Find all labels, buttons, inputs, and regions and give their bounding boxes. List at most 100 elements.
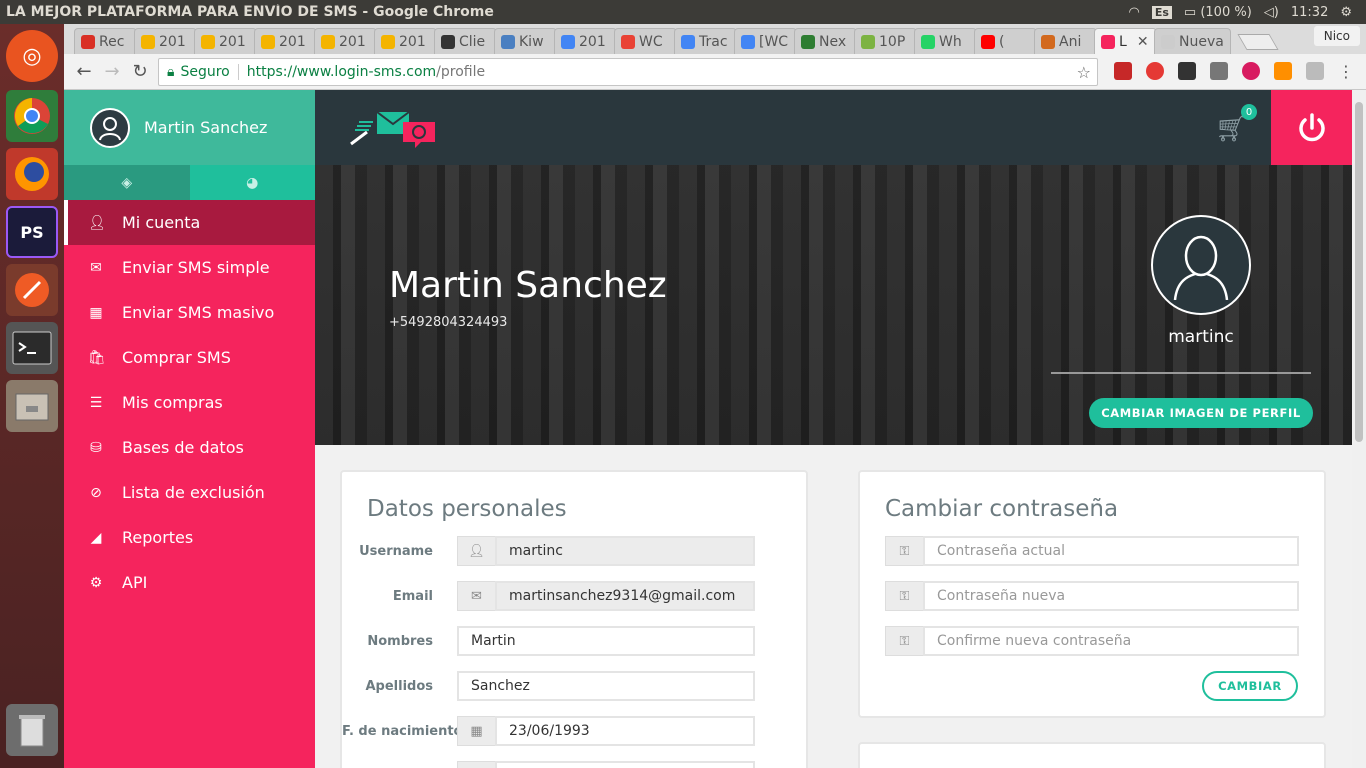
chrome-menu-icon[interactable]: ⋮ bbox=[1338, 62, 1354, 81]
browser-tab[interactable]: 201 bbox=[134, 28, 197, 54]
username-label: Username bbox=[359, 543, 433, 559]
battery-indicator[interactable]: ▭ (100 %) bbox=[1184, 5, 1252, 20]
current-password-input[interactable]: Contraseña actual bbox=[923, 536, 1299, 566]
ubuntu-dash-icon[interactable]: ◎ bbox=[6, 30, 58, 82]
tab-favicon-icon bbox=[1101, 34, 1115, 49]
postman-launcher-icon[interactable] bbox=[6, 264, 58, 316]
next-field[interactable] bbox=[495, 761, 755, 768]
extension-icon[interactable] bbox=[1114, 62, 1132, 80]
address-bar[interactable]: 🔒︎ Seguro https://www.login-sms.com/prof… bbox=[158, 58, 1098, 86]
cart-icon[interactable]: 🛒︎ bbox=[1215, 114, 1248, 144]
browser-tab[interactable]: [WC bbox=[734, 28, 797, 54]
scrollbar-thumb[interactable] bbox=[1355, 102, 1363, 442]
tab-label: 201 bbox=[579, 33, 606, 50]
nombres-field[interactable]: Martin bbox=[457, 626, 755, 656]
browser-tab[interactable]: 201 bbox=[374, 28, 437, 54]
browser-tab[interactable]: ( bbox=[974, 28, 1037, 54]
reload-icon[interactable]: ↻ bbox=[126, 61, 154, 82]
browser-tab[interactable]: Rec bbox=[74, 28, 137, 54]
extension-icon[interactable] bbox=[1178, 62, 1196, 80]
birthdate-field[interactable]: 23/06/1993 bbox=[495, 716, 755, 746]
confirm-password-input[interactable]: Confirme nueva contraseña bbox=[923, 626, 1299, 656]
apellidos-field[interactable]: Sanchez bbox=[457, 671, 755, 701]
nacimiento-row: F. de nacimiento ▦ 23/06/1993 bbox=[342, 716, 755, 746]
sidebar-item-label: Comprar SMS bbox=[122, 348, 231, 367]
close-tab-icon[interactable]: ✕ bbox=[1137, 34, 1149, 50]
forward-arrow-icon[interactable]: → bbox=[98, 61, 126, 82]
sidebar-tab-chart[interactable]: ◕ bbox=[189, 165, 315, 200]
browser-tab[interactable]: 201 bbox=[254, 28, 317, 54]
phpstorm-launcher-icon[interactable]: PS bbox=[6, 206, 58, 258]
sidebar-item-lista-de-exclusi-n[interactable]: ⊘ Lista de exclusión bbox=[64, 470, 315, 515]
volume-icon[interactable]: ◁) bbox=[1264, 5, 1279, 20]
extension-icon[interactable] bbox=[1210, 62, 1228, 80]
trash-icon[interactable] bbox=[6, 704, 58, 756]
username-field[interactable]: martinc bbox=[495, 536, 755, 566]
browser-tab[interactable]: Clie bbox=[434, 28, 497, 54]
browser-tab[interactable]: 201 bbox=[554, 28, 617, 54]
extension-icon[interactable] bbox=[1274, 62, 1292, 80]
new-tab-button[interactable] bbox=[1237, 34, 1279, 50]
extension-icon[interactable] bbox=[1306, 62, 1324, 80]
sidebar-tab-menu[interactable]: ◈ bbox=[64, 165, 190, 200]
settings-gear-icon[interactable]: ⚙ bbox=[1340, 5, 1352, 20]
browser-tab[interactable]: Ani bbox=[1034, 28, 1097, 54]
new-password-row: ⚿ Contraseña nueva bbox=[885, 581, 1299, 611]
terminal-launcher-icon[interactable] bbox=[6, 322, 58, 374]
opera-icon[interactable] bbox=[1146, 62, 1164, 80]
chrome-launcher-icon[interactable] bbox=[6, 90, 58, 142]
page-scrollbar[interactable] bbox=[1352, 90, 1366, 768]
browser-tab[interactable]: Trac bbox=[674, 28, 737, 54]
avatar[interactable] bbox=[90, 107, 130, 148]
profile-username: martinc bbox=[1168, 327, 1234, 347]
bookmark-star-icon[interactable]: ☆ bbox=[1077, 63, 1091, 82]
url-text: https://www.login-sms.com/profile bbox=[247, 64, 485, 80]
tab-favicon-icon bbox=[381, 34, 395, 49]
sidebar-item-label: Bases de datos bbox=[122, 438, 244, 457]
clock[interactable]: 11:32 bbox=[1291, 5, 1328, 20]
sidebar-item-api[interactable]: ⚙ API bbox=[64, 560, 315, 605]
sidebar-item-bases-de-datos[interactable]: ⛁ Bases de datos bbox=[64, 425, 315, 470]
confirm-password-row: ⚿ Confirme nueva contraseña bbox=[885, 626, 1299, 656]
wifi-icon[interactable]: ◠ bbox=[1129, 5, 1140, 20]
pie-chart-icon: ◕ bbox=[246, 174, 259, 191]
extension-icon[interactable] bbox=[1242, 62, 1260, 80]
sidebar-item-comprar-sms[interactable]: 🛍︎ Comprar SMS bbox=[64, 335, 315, 380]
browser-tab[interactable]: Nex bbox=[794, 28, 857, 54]
apellidos-label: Apellidos bbox=[365, 678, 433, 694]
new-password-input[interactable]: Contraseña nueva bbox=[923, 581, 1299, 611]
logout-button[interactable] bbox=[1271, 90, 1352, 165]
change-profile-image-button[interactable]: CAMBIAR IMAGEN DE PERFIL bbox=[1089, 398, 1313, 428]
browser-tab[interactable]: Nueva bbox=[1154, 28, 1231, 54]
firefox-launcher-icon[interactable] bbox=[6, 148, 58, 200]
sidebar-item-mis-compras[interactable]: ☰ Mis compras bbox=[64, 380, 315, 425]
app-header: 🛒︎ 0 bbox=[315, 90, 1352, 165]
email-field[interactable]: martinsanchez9314@gmail.com bbox=[495, 581, 755, 611]
browser-tab[interactable]: L ✕ bbox=[1094, 28, 1157, 54]
tab-favicon-icon bbox=[801, 34, 815, 49]
app-logo[interactable] bbox=[349, 110, 441, 154]
next-field-row bbox=[457, 761, 755, 768]
sidebar-item-reportes[interactable]: ◢ Reportes bbox=[64, 515, 315, 560]
keyboard-layout-indicator[interactable]: Es bbox=[1151, 5, 1172, 19]
sidebar-item-enviar-sms-simple[interactable]: ✉ Enviar SMS simple bbox=[64, 245, 315, 290]
change-password-button[interactable]: CAMBIAR bbox=[1202, 671, 1298, 701]
browser-tab[interactable]: Kiw bbox=[494, 28, 557, 54]
sidebar-item-mi-cuenta[interactable]: 👤︎ Mi cuenta bbox=[64, 200, 315, 245]
browser-tab[interactable]: 201 bbox=[194, 28, 257, 54]
sidebar-tabs: ◈ ◕ bbox=[64, 165, 315, 200]
browser-tab[interactable]: 10P bbox=[854, 28, 917, 54]
browser-profile-button[interactable]: Nico bbox=[1313, 26, 1360, 46]
tab-favicon-icon bbox=[681, 34, 695, 49]
browser-tab[interactable]: Wh bbox=[914, 28, 977, 54]
profile-name: Martin Sanchez bbox=[389, 265, 667, 306]
sidebar-item-label: Reportes bbox=[122, 528, 194, 547]
files-launcher-icon[interactable] bbox=[6, 380, 58, 432]
browser-tab[interactable]: 201 bbox=[314, 28, 377, 54]
secondary-card bbox=[858, 742, 1326, 768]
sidebar-item-enviar-sms-masivo[interactable]: ▦ Enviar SMS masivo bbox=[64, 290, 315, 335]
back-arrow-icon[interactable]: ← bbox=[70, 61, 98, 82]
browser-tab[interactable]: WC bbox=[614, 28, 677, 54]
divider bbox=[1051, 372, 1311, 374]
grid-icon: ▦ bbox=[89, 304, 103, 321]
